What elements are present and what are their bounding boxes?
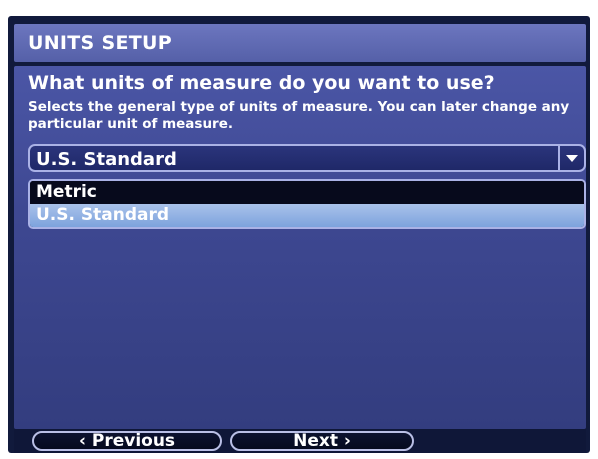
dropdown-options-list: Metric U.S. Standard (28, 179, 586, 229)
option-us-standard[interactable]: U.S. Standard (30, 204, 584, 227)
dropdown-toggle[interactable] (558, 146, 584, 170)
page-title: UNITS SETUP (28, 32, 172, 54)
device-bezel: UNITS SETUP What units of measure do you… (0, 0, 598, 459)
footer-bar: ‹ Previous Next › (14, 429, 586, 453)
description-text: Selects the general type of units of mea… (28, 99, 570, 132)
question-heading: What units of measure do you want to use… (28, 72, 495, 94)
dropdown-selected-value: U.S. Standard (36, 149, 177, 170)
device-screen: UNITS SETUP What units of measure do you… (8, 16, 590, 453)
title-bar: UNITS SETUP (14, 24, 586, 62)
next-button[interactable]: Next › (230, 431, 414, 451)
option-metric[interactable]: Metric (30, 181, 584, 204)
previous-button[interactable]: ‹ Previous (32, 431, 222, 451)
chevron-down-icon (566, 154, 578, 162)
content-panel: What units of measure do you want to use… (14, 66, 586, 429)
units-dropdown[interactable]: U.S. Standard (28, 144, 586, 172)
